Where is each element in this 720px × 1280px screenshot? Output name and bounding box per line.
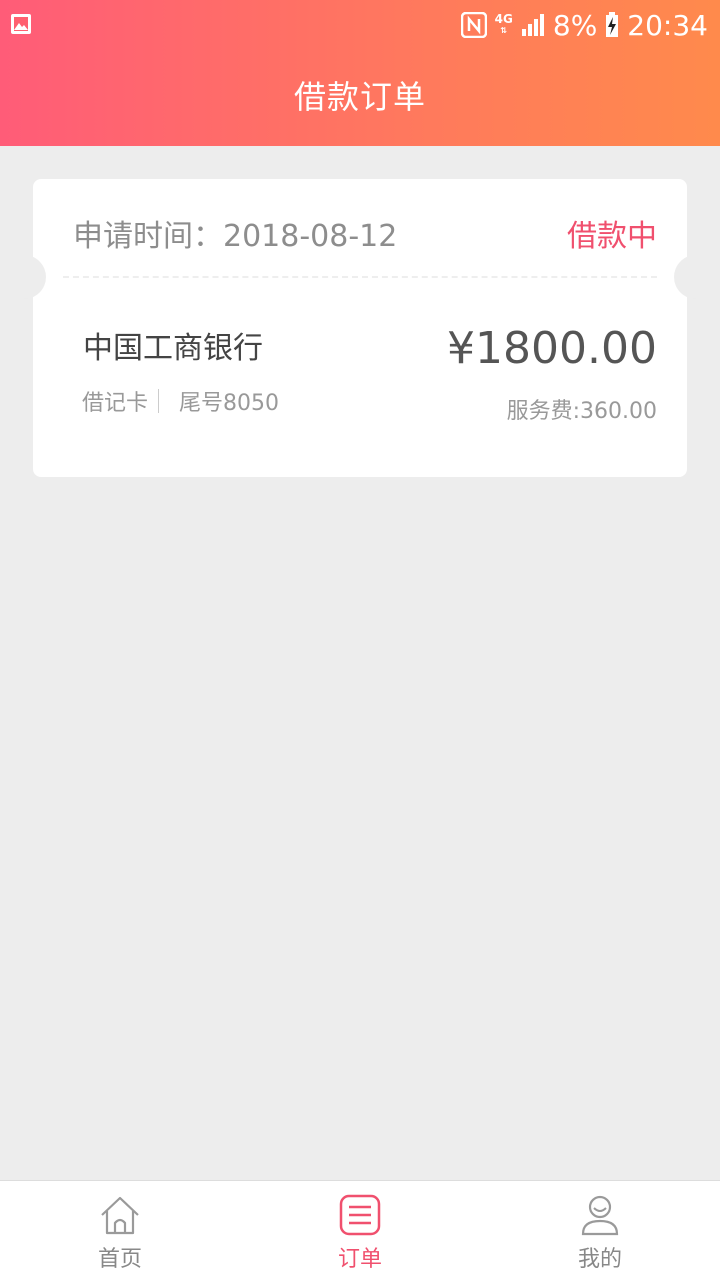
tab-mine[interactable]: 我的 [480, 1181, 720, 1280]
status-bar: 4G ⇅ 8% 20:34 [0, 0, 720, 50]
page-title: 借款订单 [293, 78, 426, 116]
bank-name: 中国工商银行 [83, 331, 263, 366]
tab-home[interactable]: 首页 [0, 1181, 240, 1280]
card-notch-left [20, 255, 46, 299]
meta-separator [158, 389, 160, 413]
app-header: 4G ⇅ 8% 20:34 借款订单 [0, 0, 720, 146]
signal-icon [521, 14, 544, 36]
user-icon [581, 1195, 619, 1236]
tab-home-label: 首页 [97, 1247, 142, 1272]
battery-percent: 8% [552, 8, 598, 42]
tab-orders-label: 订单 [337, 1247, 382, 1272]
status-time: 20:34 [627, 8, 708, 42]
tab-orders[interactable]: 订单 [240, 1181, 480, 1280]
nfc-icon [460, 12, 487, 38]
service-fee: 服务费:360.00 [506, 399, 657, 424]
battery-charging-icon [606, 12, 619, 37]
tab-mine-label: 我的 [577, 1247, 622, 1272]
card-meta: 借记卡 尾号8050 [82, 385, 279, 417]
order-status: 借款中 [567, 219, 657, 254]
card-type: 借记卡 [82, 391, 149, 416]
apply-time: 申请时间：2018-08-12 [73, 219, 398, 254]
home-icon [101, 1196, 139, 1235]
order-list-icon [339, 1194, 381, 1236]
card-tail-number: 尾号8050 [179, 391, 280, 416]
image-icon [11, 14, 31, 34]
card-notch-right [674, 255, 700, 299]
bottom-tabbar: 首页 订单 我的 [0, 1180, 720, 1280]
loan-order-card[interactable]: 申请时间：2018-08-12 借款中 中国工商银行 借记卡 尾号8050 ¥1… [20, 179, 700, 477]
card-divider [63, 276, 657, 278]
loan-amount: ¥1800.00 [447, 323, 657, 374]
network-4g-icon: 4G ⇅ [494, 12, 513, 35]
